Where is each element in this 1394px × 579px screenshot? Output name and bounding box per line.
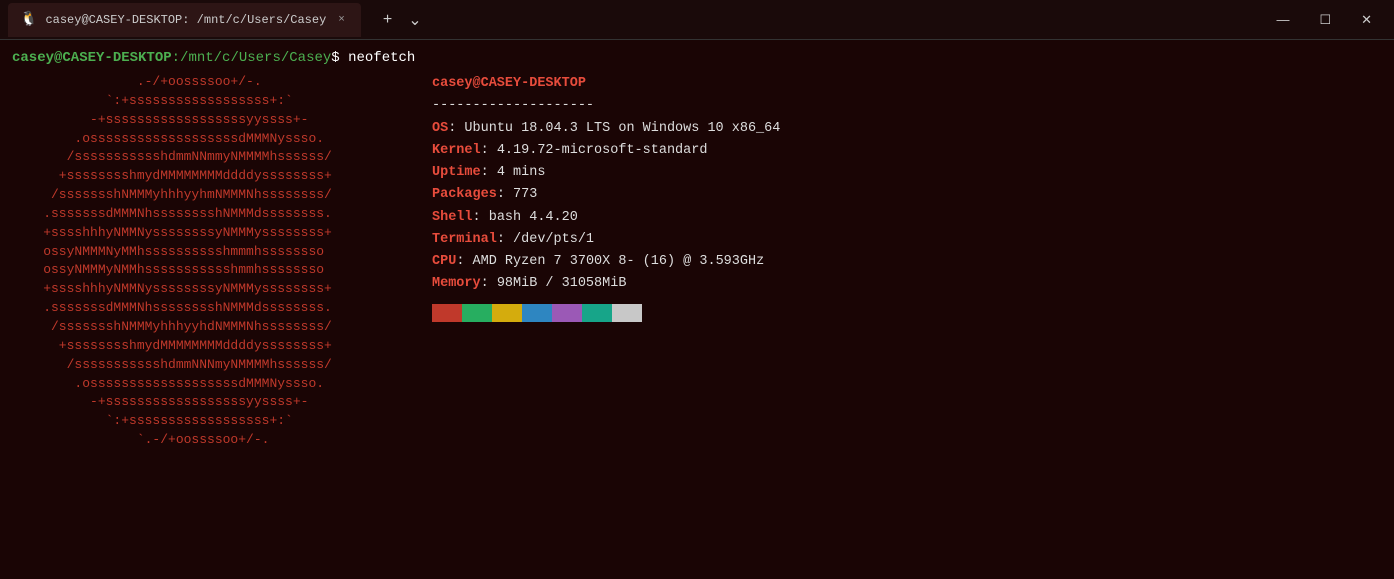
tab-close-button[interactable]: ×	[334, 12, 349, 28]
window-controls: — ☐ ✕	[1262, 0, 1386, 40]
tab-title: casey@CASEY-DESKTOP: /mnt/c/Users/Casey	[45, 13, 326, 27]
active-tab[interactable]: 🐧 casey@CASEY-DESKTOP: /mnt/c/Users/Case…	[8, 3, 361, 37]
color-swatch-5	[582, 304, 612, 322]
cpu-value: AMD Ryzen 7 3700X 8- (16) @ 3.593GHz	[464, 254, 764, 269]
titlebar: 🐧 casey@CASEY-DESKTOP: /mnt/c/Users/Case…	[0, 0, 1394, 40]
dropdown-button[interactable]: ⌄	[402, 6, 427, 34]
info-memory: Memory: 98MiB / 31058MiB	[432, 273, 780, 295]
uptime-value: 4 mins	[489, 165, 546, 180]
terminal[interactable]: casey@CASEY-DESKTOP:/mnt/c/Users/Casey$ …	[0, 40, 1394, 579]
color-swatch-3	[522, 304, 552, 322]
shell-value: bash 4.4.20	[481, 210, 578, 225]
kernel-colon: :	[481, 143, 489, 158]
packages-value: 773	[505, 187, 537, 202]
close-button[interactable]: ✕	[1347, 0, 1386, 40]
os-value: Ubuntu 18.04.3 LTS on Windows 10 x86_64	[456, 121, 780, 136]
prompt-line: casey@CASEY-DESKTOP:/mnt/c/Users/Casey$ …	[12, 48, 1382, 69]
uptime-colon: :	[481, 165, 489, 180]
terminal-label: Terminal	[432, 232, 497, 247]
maximize-button[interactable]: ☐	[1305, 0, 1345, 40]
prompt-dollar: $	[331, 50, 339, 66]
color-swatch-4	[552, 304, 582, 322]
os-label: OS	[432, 121, 448, 136]
shell-label: Shell	[432, 210, 473, 225]
minimize-button[interactable]: —	[1262, 0, 1303, 40]
color-swatch-6	[612, 304, 642, 322]
color-swatch-1	[462, 304, 492, 322]
cpu-label: CPU	[432, 254, 456, 269]
memory-value: 98MiB / 31058MiB	[489, 276, 627, 291]
memory-label: Memory	[432, 276, 481, 291]
info-kernel: Kernel: 4.19.72-microsoft-standard	[432, 140, 780, 162]
ascii-art: .-/+oossssoo+/-. `:+ssssssssssssssssss+:…	[12, 73, 392, 450]
color-swatch-2	[492, 304, 522, 322]
info-os: OS: Ubuntu 18.04.3 LTS on Windows 10 x86…	[432, 118, 780, 140]
info-cpu: CPU: AMD Ryzen 7 3700X 8- (16) @ 3.593GH…	[432, 251, 780, 273]
uptime-label: Uptime	[432, 165, 481, 180]
separator-text: --------------------	[432, 98, 594, 113]
info-panel: casey@CASEY-DESKTOP --------------------…	[432, 73, 780, 450]
packages-label: Packages	[432, 187, 497, 202]
terminal-value: /dev/pts/1	[505, 232, 594, 247]
info-terminal: Terminal: /dev/pts/1	[432, 229, 780, 251]
info-shell: Shell: bash 4.4.20	[432, 207, 780, 229]
titlebar-actions: + ⌄	[377, 6, 428, 34]
terminal-colon: :	[497, 232, 505, 247]
neofetch-container: .-/+oossssoo+/-. `:+ssssssssssssssssss+:…	[12, 73, 1382, 450]
packages-colon: :	[497, 187, 505, 202]
username-text: casey@CASEY-DESKTOP	[432, 76, 586, 91]
memory-colon: :	[481, 276, 489, 291]
terminal-icon: 🐧	[20, 11, 37, 28]
info-separator-line: --------------------	[432, 95, 780, 117]
color-swatches	[432, 304, 780, 322]
color-swatch-0	[432, 304, 462, 322]
shell-colon: :	[473, 210, 481, 225]
prompt-path: :/mnt/c/Users/Casey	[172, 50, 332, 66]
prompt-user: casey@CASEY-DESKTOP	[12, 50, 172, 66]
prompt-cmd: neofetch	[340, 50, 416, 66]
info-username: casey@CASEY-DESKTOP	[432, 73, 780, 95]
new-tab-button[interactable]: +	[377, 7, 398, 33]
titlebar-left: 🐧 casey@CASEY-DESKTOP: /mnt/c/Users/Case…	[8, 3, 428, 37]
info-packages: Packages: 773	[432, 184, 780, 206]
kernel-label: Kernel	[432, 143, 481, 158]
info-uptime: Uptime: 4 mins	[432, 162, 780, 184]
kernel-value: 4.19.72-microsoft-standard	[489, 143, 708, 158]
